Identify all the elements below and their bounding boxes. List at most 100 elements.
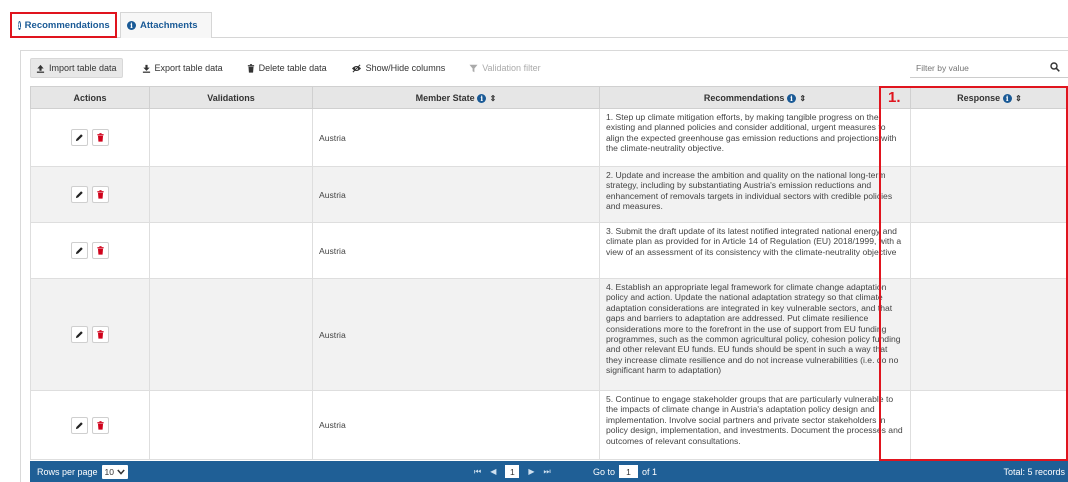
next-page-icon[interactable]: ▶ [528, 467, 534, 476]
show-hide-columns-button[interactable]: Show/Hide columns [346, 58, 451, 78]
recommendation-cell: 4. Establish an appropriate legal framew… [599, 278, 911, 391]
tab-label: Recommendations [24, 19, 110, 31]
import-table-data-button[interactable]: Import table data [30, 58, 123, 78]
delete-label: Delete table data [258, 63, 327, 73]
last-page-icon[interactable]: ⏭ [544, 467, 551, 477]
goto-label: Go to [593, 466, 616, 477]
edit-button[interactable] [70, 416, 88, 434]
edit-button[interactable] [70, 242, 88, 259]
sort-icon[interactable]: ⇕ [1015, 94, 1022, 103]
validations-cell [149, 108, 313, 167]
member-state-cell: Austria [312, 278, 600, 391]
first-page-icon[interactable]: ⏮ [474, 467, 481, 477]
upload-icon [36, 64, 45, 73]
export-label: Export table data [154, 63, 223, 73]
filter-by-value [910, 58, 1068, 78]
trash-icon [97, 133, 104, 142]
actions-cell [30, 390, 150, 460]
tab-label: Attachments [140, 20, 198, 31]
col-header-recommendations[interactable]: Recommendations i ⇕ [599, 86, 911, 109]
edit-button[interactable] [70, 186, 88, 203]
delete-row-button[interactable] [92, 326, 110, 343]
col-header-member-state[interactable]: Member State i ⇕ [312, 86, 600, 109]
pencil-icon [75, 134, 83, 142]
col-header-response[interactable]: Response i ⇕ [910, 86, 1068, 109]
chevron-down-icon [117, 469, 125, 475]
showhide-label: Show/Hide columns [365, 63, 446, 73]
recommendation-cell: 1. Step up climate mitigation efforts, b… [599, 108, 911, 167]
rows-per-page-label: Rows per page [37, 466, 98, 477]
member-state-cell: Austria [312, 108, 600, 167]
table-toolbar: Import table data Export table data Dele… [30, 58, 546, 78]
download-icon [142, 64, 150, 73]
rows-per-page: Rows per page 10 [37, 461, 129, 482]
total-records: Total: 5 records [1003, 466, 1065, 477]
member-state-cell: Austria [312, 222, 600, 279]
goto-input[interactable]: 1 [619, 465, 639, 478]
sort-icon[interactable]: ⇕ [799, 94, 806, 103]
validation-label: Validation filter [482, 63, 541, 73]
export-table-data-button[interactable]: Export table data [137, 58, 228, 78]
rows-per-page-select[interactable]: 10 [101, 464, 129, 479]
validations-cell [149, 390, 313, 460]
trash-icon [97, 330, 104, 339]
recommendation-cell: 2. Update and increase the ambition and … [599, 166, 911, 223]
actions-cell [30, 278, 150, 391]
actions-cell [30, 222, 150, 279]
import-label: Import table data [49, 63, 117, 73]
actions-cell [30, 108, 150, 167]
recommendation-cell: 3. Submit the draft update of its latest… [599, 222, 911, 279]
delete-row-button[interactable] [92, 242, 110, 259]
pagination: ⏮ ◀ 1 ▶ ⏭ [474, 461, 551, 482]
rows-per-page-value: 10 [104, 466, 115, 477]
pencil-icon [75, 191, 83, 199]
pencil-icon [75, 247, 83, 255]
info-icon: i [127, 21, 136, 30]
table-row: Austria 5. Continue to engage stakeholde… [30, 390, 1068, 460]
table-footer: Rows per page 10 ⏮ ◀ 1 ▶ ⏭ Go to 1 of 1 … [30, 461, 1068, 482]
validation-filter-button[interactable]: Validation filter [464, 58, 545, 78]
delete-row-button[interactable] [92, 186, 110, 203]
member-state-cell: Austria [312, 390, 600, 460]
col-header-validations[interactable]: Validations [149, 86, 313, 109]
response-cell[interactable] [910, 166, 1068, 223]
delete-row-button[interactable] [92, 129, 110, 146]
search-icon[interactable] [1050, 62, 1060, 72]
filter-icon [469, 64, 478, 72]
recommendations-table: Actions Validations Member State i ⇕ Rec… [30, 86, 1068, 460]
response-cell[interactable] [910, 222, 1068, 279]
trash-icon [97, 420, 104, 430]
delete-row-button[interactable] [92, 416, 110, 434]
response-cell[interactable] [910, 390, 1068, 460]
validations-cell [149, 222, 313, 279]
table-row: Austria 4. Establish an appropriate lega… [30, 278, 1068, 391]
response-cell[interactable] [910, 108, 1068, 167]
table-row: Austria 1. Step up climate mitigation ef… [30, 108, 1068, 167]
edit-button[interactable] [70, 326, 88, 343]
sort-icon[interactable]: ⇕ [490, 94, 497, 103]
info-icon: i [1002, 93, 1012, 103]
goto-page: Go to 1 of 1 [593, 461, 657, 482]
member-state-cell: Austria [312, 166, 600, 223]
annotation-label: 1. [888, 89, 901, 106]
info-icon: i [18, 20, 21, 30]
filter-input[interactable] [910, 62, 1040, 73]
table-row: Austria 3. Submit the draft update of it… [30, 222, 1068, 279]
validations-cell [149, 278, 313, 391]
recommendation-cell: 5. Continue to engage stakeholder groups… [599, 390, 911, 460]
tab-recommendations[interactable]: i Recommendations [10, 12, 117, 38]
tab-attachments[interactable]: i Attachments [120, 12, 212, 38]
edit-button[interactable] [70, 129, 88, 146]
response-cell[interactable] [910, 278, 1068, 391]
prev-page-icon[interactable]: ◀ [490, 467, 496, 476]
delete-table-data-button[interactable]: Delete table data [242, 58, 332, 78]
table-header-row: Actions Validations Member State i ⇕ Rec… [30, 86, 1068, 109]
trash-icon [247, 63, 254, 73]
col-header-actions: Actions [30, 86, 150, 109]
pencil-icon [75, 331, 83, 339]
info-icon: i [786, 93, 796, 103]
of-pages-label: of 1 [642, 466, 658, 477]
trash-icon [97, 246, 104, 255]
current-page[interactable]: 1 [505, 465, 520, 478]
validations-cell [149, 166, 313, 223]
